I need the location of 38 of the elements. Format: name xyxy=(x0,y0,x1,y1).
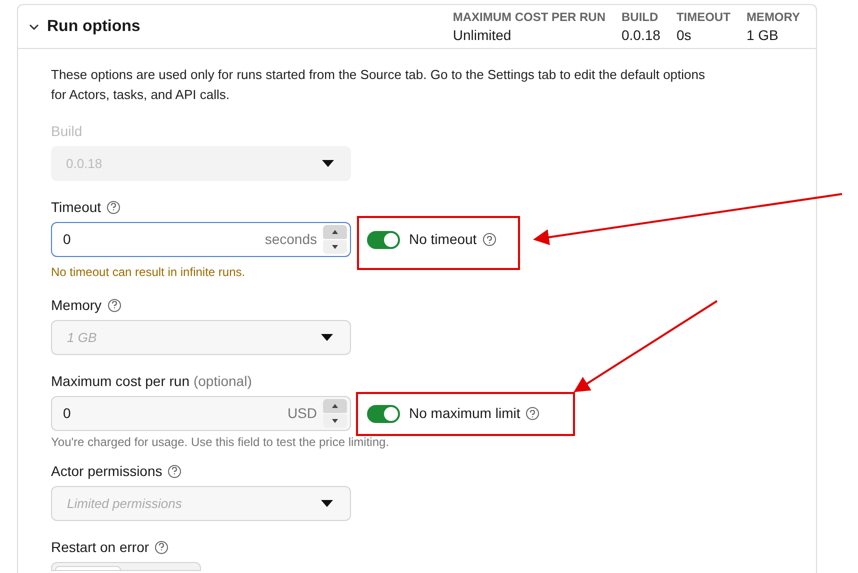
help-icon[interactable] xyxy=(482,233,496,246)
help-icon[interactable] xyxy=(107,200,120,214)
stepper-icon[interactable] xyxy=(323,225,347,254)
field-label: Memory xyxy=(51,296,102,315)
stat-label: MAXIMUM COST PER RUN xyxy=(452,8,606,24)
hint-text: You're charged for usage. Use this field to test the price limiting. xyxy=(51,435,390,449)
toggle-label: No timeout xyxy=(409,230,477,249)
help-icon[interactable] xyxy=(155,540,168,554)
stat-value: Unlimited xyxy=(452,26,512,44)
field-label: Build xyxy=(51,122,82,140)
stat-value: 0.0.18 xyxy=(622,26,660,44)
help-icon[interactable] xyxy=(526,407,540,420)
field-label: Actor permissions xyxy=(51,462,162,481)
help-icon[interactable] xyxy=(168,464,182,478)
section-title: Run options xyxy=(47,16,140,36)
dropdown-caret-icon xyxy=(321,500,333,507)
number-input-field[interactable]: 0 seconds xyxy=(51,222,351,257)
toggle-label: No maximum limit xyxy=(409,404,520,423)
dropdown-caret-icon xyxy=(321,334,333,341)
help-icon[interactable] xyxy=(108,298,121,312)
stat-label: MEMORY xyxy=(746,8,800,24)
chevron-down-icon[interactable] xyxy=(29,22,39,32)
stat-label: BUILD xyxy=(622,8,660,24)
disabled-dropdown: 0.0.18 xyxy=(51,146,351,181)
hint-text: No timeout can result in infinite runs. xyxy=(51,265,246,279)
stepper-icon[interactable] xyxy=(323,399,347,428)
description-text: These options are used only for runs started from the Source tab. Go to the Settings tab to edit the default options for Actors, tasks, and API calls. xyxy=(51,66,706,104)
stat-label: TIMEOUT xyxy=(676,8,730,24)
number-input-field[interactable]: 0 USD xyxy=(51,396,351,431)
optional-label: (optional) xyxy=(193,372,252,391)
field-label: Maximum cost per run xyxy=(51,372,190,391)
field-label: Timeout xyxy=(51,198,102,216)
toggle-switch[interactable] xyxy=(367,230,400,248)
stat-value: 1 GB xyxy=(746,26,780,44)
stat-value: 0s xyxy=(676,26,692,44)
dropdown-caret-icon xyxy=(322,160,334,167)
field-label: Restart on error xyxy=(51,538,150,556)
toggle-switch[interactable] xyxy=(367,404,400,422)
